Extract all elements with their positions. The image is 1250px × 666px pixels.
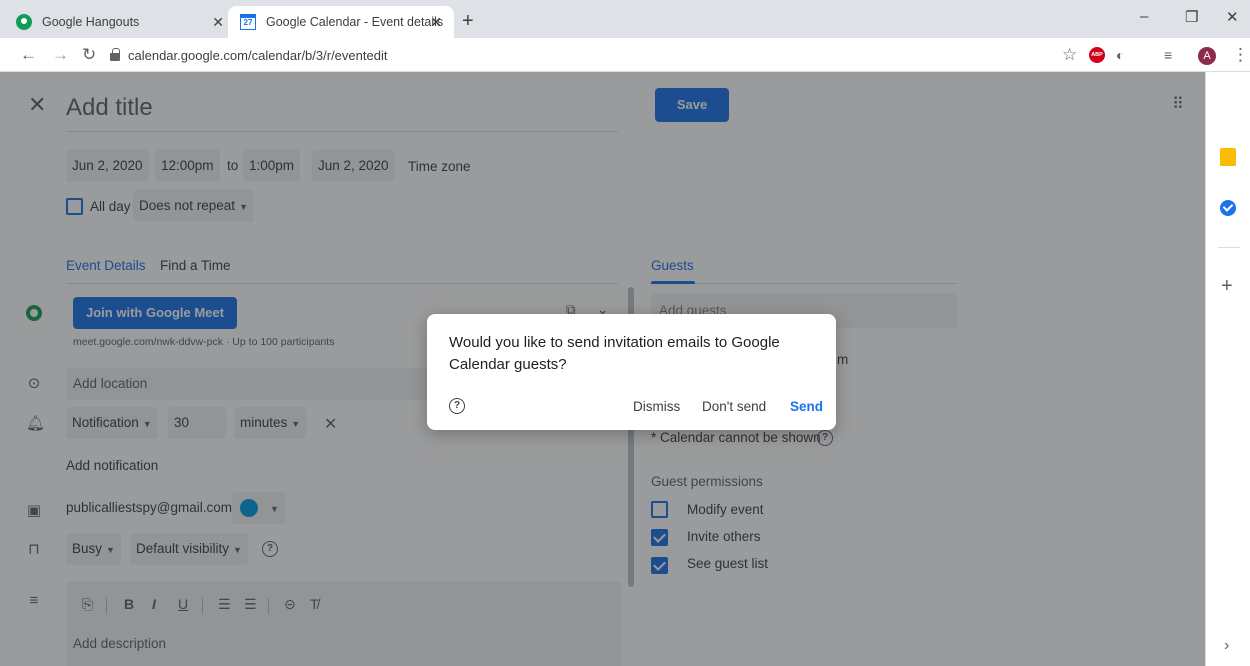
hangouts-icon [16,14,32,30]
browser-menu-icon[interactable]: ⋮ [1232,45,1249,65]
reload-icon[interactable]: ↻ [82,45,96,65]
tab-google-calendar[interactable]: 27 Google Calendar - Event details ✕ [228,6,454,38]
new-tab-icon[interactable]: + [462,10,474,33]
tab-title: Google Hangouts [42,15,140,29]
tab-google-hangouts[interactable]: Google Hangouts ✕ [16,6,236,38]
browser-tabstrip: Google Hangouts ✕ 27 Google Calendar - E… [0,0,1250,38]
close-tab-icon[interactable]: ✕ [212,14,224,31]
dialog-message: Would you like to send invitation emails… [449,334,780,373]
back-icon[interactable]: ← [20,45,37,65]
add-addon-icon[interactable]: + [1221,275,1233,298]
close-window-icon[interactable]: ✕ [1226,8,1239,26]
adblock-plus-icon[interactable]: ABP [1089,47,1105,63]
dont-send-button[interactable]: Don't send [702,399,766,414]
chevron-right-icon[interactable]: › [1224,637,1229,655]
reading-list-icon[interactable]: ≡ [1164,47,1172,63]
keep-icon[interactable] [1220,148,1236,166]
restore-icon[interactable]: ❐ [1185,8,1198,26]
profile-avatar[interactable]: A [1198,47,1216,65]
close-tab-icon[interactable]: ✕ [430,14,442,31]
extension-icon[interactable]: ◐ [1116,47,1124,63]
browser-toolbar: ← → ↻ calendar.google.com/calendar/b/3/r… [0,38,1250,72]
send-invitation-dialog: Would you like to send invitation emails… [427,314,836,430]
side-divider [1218,247,1240,248]
help-icon[interactable]: ? [449,398,465,414]
calendar-icon: 27 [240,14,256,30]
address-bar[interactable]: calendar.google.com/calendar/b/3/r/event… [110,43,1060,67]
send-button[interactable]: Send [790,399,823,414]
url-text: calendar.google.com/calendar/b/3/r/event… [128,47,388,63]
minimize-icon[interactable]: – [1140,8,1148,25]
bookmark-star-icon[interactable]: ☆ [1062,45,1077,65]
tasks-icon[interactable] [1220,200,1236,216]
forward-icon[interactable]: → [52,45,69,65]
lock-icon [110,48,120,61]
dismiss-button[interactable]: Dismiss [633,399,680,414]
side-panel: + › [1205,72,1250,666]
event-edit-page: ✕ Add title Save ⠿ P Jun 2, 2020 12:00pm… [0,72,1250,666]
tab-title: Google Calendar - Event details [266,15,444,29]
